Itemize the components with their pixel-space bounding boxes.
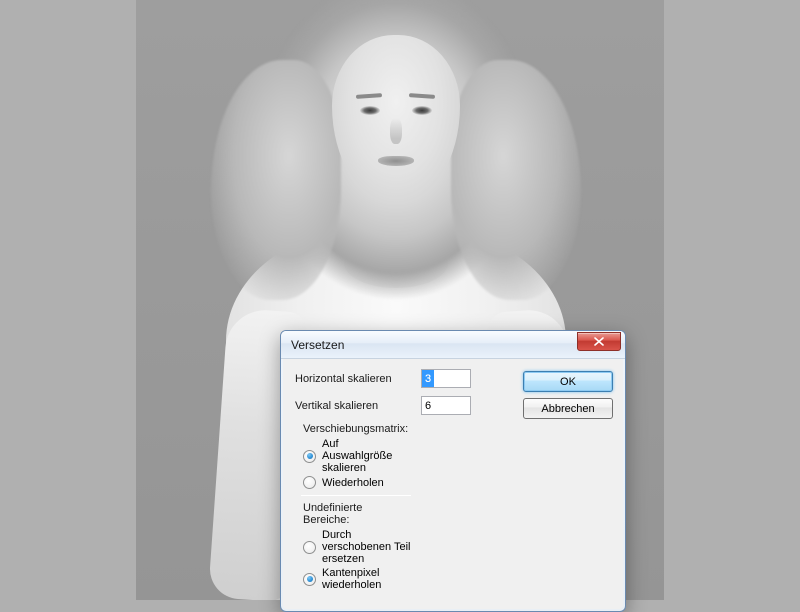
undefined-areas-group: Undefinierte Bereiche: Durch verschobene… [303,502,411,591]
radio-icon [303,450,316,463]
cancel-button[interactable]: Abbrechen [523,398,613,419]
horizontal-scale-label: Horizontal skalieren [295,373,413,385]
radio-icon [303,476,316,489]
close-icon [594,337,604,346]
radio-label: Wiederholen [322,477,384,489]
ok-button[interactable]: OK [523,371,613,392]
radio-label: Durch verschobenen Teil ersetzen [322,529,411,565]
undefined-areas-title: Undefinierte Bereiche: [303,502,411,526]
radio-scale-to-selection[interactable]: Auf Auswahlgröße skalieren [303,438,411,474]
dialog-titlebar[interactable]: Versetzen [281,331,625,359]
radio-icon [303,541,316,554]
horizontal-scale-input[interactable] [421,369,471,388]
vertical-scale-input[interactable] [421,396,471,415]
dialog-body: Horizontal skalieren Vertikal skalieren … [283,359,623,609]
dialog-title: Versetzen [291,338,577,352]
separator [301,495,411,496]
close-button[interactable] [577,332,621,351]
radio-repeat[interactable]: Wiederholen [303,476,411,489]
radio-repeat-edge-pixels[interactable]: Kantenpixel wiederholen [303,567,411,591]
radio-label: Auf Auswahlgröße skalieren [322,438,411,474]
radio-label: Kantenpixel wiederholen [322,567,411,591]
radio-replace-with-displaced[interactable]: Durch verschobenen Teil ersetzen [303,529,411,565]
displacement-matrix-group: Verschiebungsmatrix: Auf Auswahlgröße sk… [303,423,411,489]
radio-icon [303,573,316,586]
vertical-scale-label: Vertikal skalieren [295,400,413,412]
displacement-matrix-title: Verschiebungsmatrix: [303,423,411,435]
displace-dialog: Versetzen Horizontal skalieren Vertikal … [280,330,626,612]
